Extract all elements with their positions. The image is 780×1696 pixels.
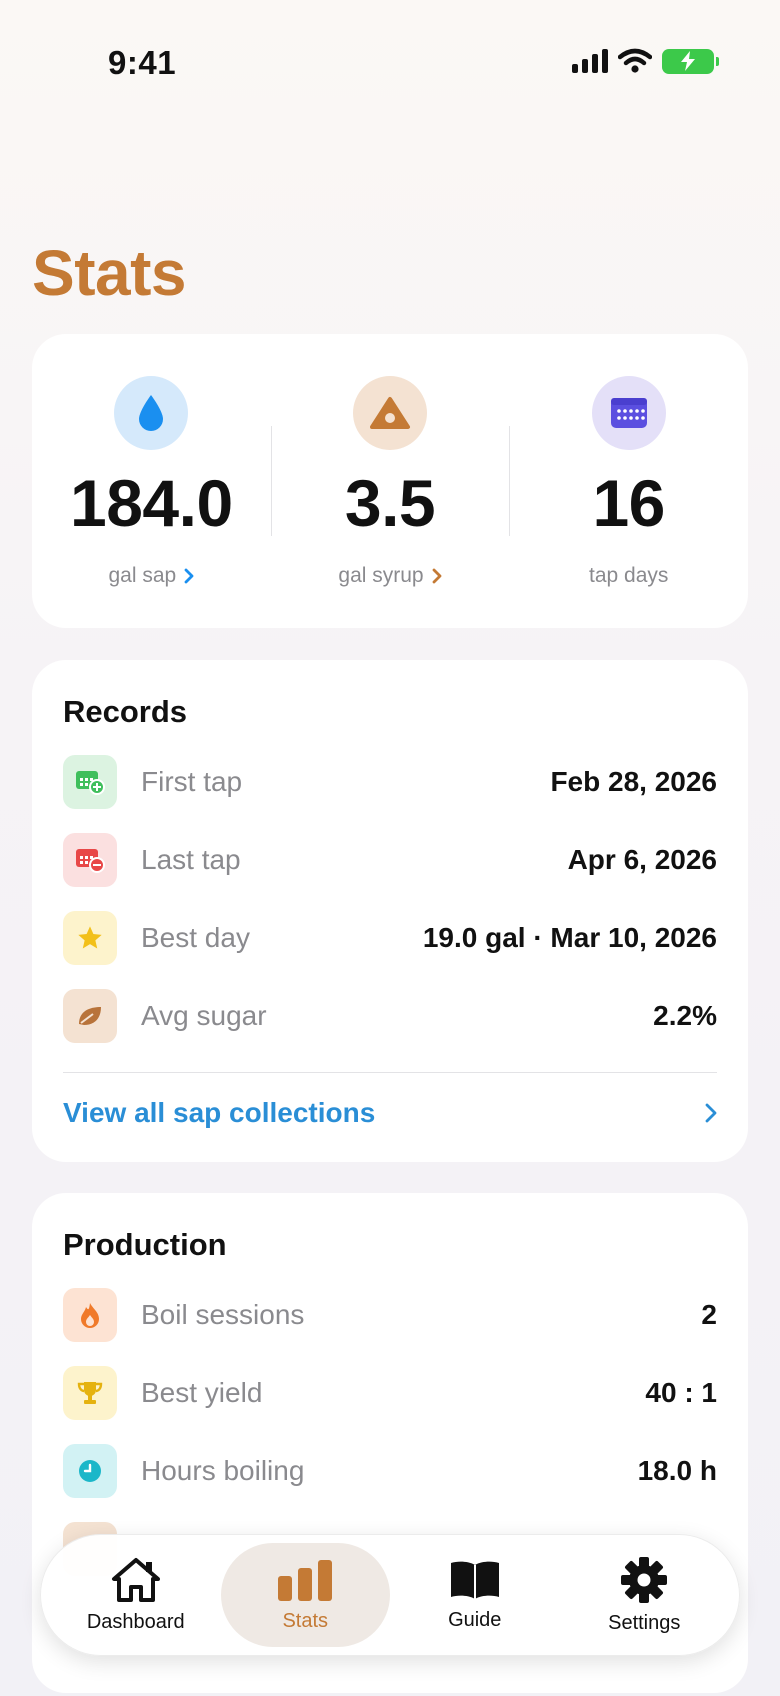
tab-guide[interactable]: Guide — [390, 1543, 560, 1647]
record-label: Best day — [141, 922, 250, 953]
production-value: 2 — [701, 1299, 717, 1330]
tab-label: Guide — [448, 1608, 502, 1631]
tap-days-label: tap days — [588, 564, 669, 587]
sap-total: 184.0 — [70, 466, 233, 540]
tab-settings[interactable]: Settings — [560, 1543, 730, 1647]
gear-icon — [621, 1556, 668, 1603]
syrup-drop-icon — [353, 376, 427, 450]
production-label: Hours boiling — [141, 1455, 305, 1486]
calendar-icon — [591, 376, 666, 450]
house-icon — [111, 1557, 160, 1602]
calendar-remove-icon — [63, 833, 117, 887]
calendar-add-icon — [63, 755, 117, 809]
status-bar: 9:41 — [0, 0, 780, 130]
record-value: 2.2% — [653, 1000, 717, 1031]
record-row-first-tap: First tap Feb 28, 2026 — [63, 754, 717, 810]
record-label: Avg sugar — [141, 1000, 267, 1031]
clock-icon — [63, 1444, 117, 1498]
tab-label: Stats — [282, 1609, 329, 1632]
leaf-icon — [63, 989, 117, 1043]
link-label: View all sap collections — [63, 1097, 376, 1128]
wifi-icon — [618, 48, 652, 73]
bar-chart-icon — [278, 1559, 333, 1601]
summary-sap[interactable]: 184.0 gal sap — [32, 334, 271, 628]
tab-stats[interactable]: Stats — [220, 1543, 390, 1647]
summary-syrup[interactable]: 3.5 gal syrup — [270, 334, 510, 628]
tab-bar: Dashboard Stats Guide Settings — [40, 1534, 740, 1656]
divider — [63, 1072, 717, 1073]
production-row-hours-boiling: Hours boiling 18.0 h — [63, 1443, 717, 1499]
chevron-right-icon — [432, 568, 442, 584]
record-value: Feb 28, 2026 — [550, 766, 717, 797]
summary-card: 184.0 gal sap 3.5 gal syrup 16 tap days — [32, 334, 748, 628]
tab-label: Dashboard — [86, 1610, 185, 1633]
chevron-right-icon — [705, 1103, 717, 1123]
records-card: Records First tap Feb 28, 2026 Last tap … — [32, 660, 748, 1162]
tap-days-total: 16 — [592, 466, 665, 540]
records-title: Records — [63, 694, 188, 729]
trophy-icon — [63, 1366, 117, 1420]
star-icon — [63, 911, 117, 965]
status-time: 9:41 — [108, 44, 177, 81]
book-icon — [450, 1561, 499, 1599]
tab-label: Settings — [608, 1611, 681, 1634]
summary-tap-days: 16 tap days — [509, 334, 748, 628]
cellular-signal-icon — [572, 49, 608, 73]
production-value: 40 : 1 — [645, 1377, 717, 1408]
record-row-avg-sugar: Avg sugar 2.2% — [63, 988, 717, 1044]
chevron-right-icon — [184, 568, 194, 584]
record-row-best-day: Best day 19.0 gal · Mar 10, 2026 — [63, 910, 717, 966]
record-label: Last tap — [141, 844, 241, 875]
status-icons — [572, 48, 719, 74]
syrup-total: 3.5 — [344, 466, 436, 540]
production-title: Production — [63, 1227, 227, 1262]
syrup-label: gal syrup — [338, 564, 424, 587]
charging-bolt-icon — [681, 51, 695, 71]
view-all-sap-collections-link[interactable]: View all sap collections — [63, 1088, 717, 1138]
battery-icon — [662, 48, 719, 74]
page-title: Stats — [32, 237, 187, 309]
record-row-last-tap: Last tap Apr 6, 2026 — [63, 832, 717, 888]
record-label: First tap — [141, 766, 243, 797]
production-value: 18.0 h — [637, 1455, 717, 1486]
record-value: 19.0 gal · Mar 10, 2026 — [422, 922, 717, 953]
production-label: Boil sessions — [141, 1299, 305, 1330]
production-row-boil-sessions: Boil sessions 2 — [63, 1287, 717, 1343]
record-value: Apr 6, 2026 — [567, 844, 717, 875]
water-drop-icon — [114, 376, 189, 450]
sap-label: gal sap — [108, 564, 177, 587]
flame-icon — [63, 1288, 117, 1342]
production-row-best-yield: Best yield 40 : 1 — [63, 1365, 717, 1421]
production-label: Best yield — [141, 1377, 263, 1408]
tab-dashboard[interactable]: Dashboard — [51, 1543, 221, 1647]
